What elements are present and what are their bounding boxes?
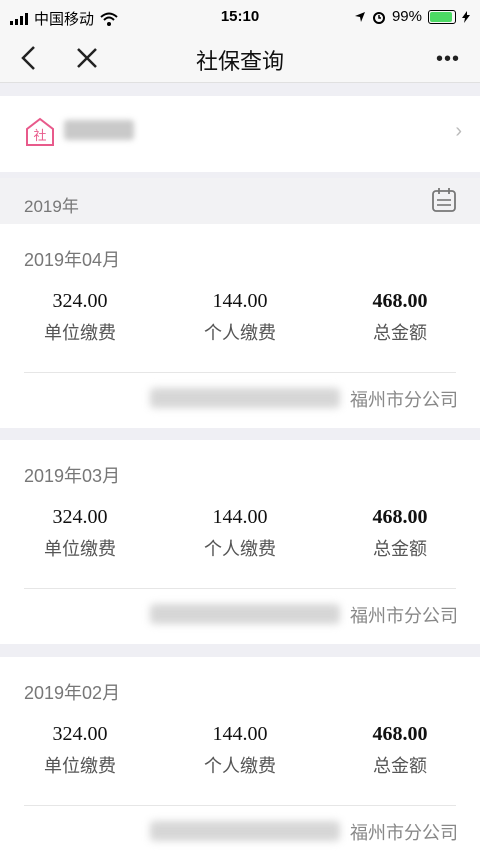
company-name-redacted <box>150 604 340 624</box>
battery-icon <box>428 9 456 24</box>
unit-amount: 324.00 <box>52 723 108 745</box>
divider <box>24 372 456 373</box>
personal-label: 个人缴费 <box>204 756 276 776</box>
unit-label: 单位缴费 <box>44 539 116 559</box>
personal-amount: 144.00 <box>212 723 268 745</box>
unit-label: 单位缴费 <box>44 323 116 343</box>
company-branch: 福州市分公司 <box>350 823 458 843</box>
user-name-redacted <box>64 120 134 140</box>
divider <box>24 805 456 806</box>
month-record-card[interactable]: 2019年02月 324.00 单位缴费 144.00 个人缴费 468.00 … <box>0 657 480 861</box>
total-amount: 468.00 <box>372 290 428 312</box>
user-card[interactable]: 社 › <box>0 96 480 172</box>
more-options-button[interactable]: ••• <box>436 48 460 71</box>
calendar-icon[interactable] <box>430 186 458 214</box>
personal-payment: 144.00 个人缴费 <box>160 723 320 778</box>
personal-payment: 144.00 个人缴费 <box>160 506 320 561</box>
month-record-card[interactable]: 2019年04月 324.00 单位缴费 144.00 个人缴费 468.00 … <box>0 224 480 428</box>
total-amount: 468.00 <box>372 506 428 528</box>
chevron-right-icon: › <box>455 120 462 142</box>
page-title: 社保查询 <box>195 49 284 74</box>
location-arrow-icon <box>354 11 365 22</box>
personal-label: 个人缴费 <box>204 539 276 559</box>
month-record-card[interactable]: 2019年03月 324.00 单位缴费 144.00 个人缴费 468.00 … <box>0 440 480 644</box>
unit-amount: 324.00 <box>52 290 108 312</box>
company-branch: 福州市分公司 <box>350 390 458 410</box>
status-right: 99% <box>354 8 470 25</box>
battery-percent: 99% <box>391 8 422 25</box>
social-security-house-icon: 社 <box>26 117 54 146</box>
personal-label: 个人缴费 <box>204 323 276 343</box>
total-payment: 468.00 总金额 <box>320 290 480 345</box>
total-label: 总金额 <box>373 323 427 343</box>
company-name-redacted <box>150 388 340 408</box>
personal-amount: 144.00 <box>212 506 268 528</box>
status-bar: 中国移动 15:10 99% <box>0 0 480 34</box>
personal-amount: 144.00 <box>212 290 268 312</box>
unit-payment: 324.00 单位缴费 <box>0 723 160 778</box>
company-branch: 福州市分公司 <box>350 606 458 626</box>
total-label: 总金额 <box>373 539 427 559</box>
unit-amount: 324.00 <box>52 506 108 528</box>
unit-label: 单位缴费 <box>44 756 116 776</box>
total-payment: 468.00 总金额 <box>320 723 480 778</box>
alarm-icon <box>372 11 385 24</box>
unit-payment: 324.00 单位缴费 <box>0 290 160 345</box>
personal-payment: 144.00 个人缴费 <box>160 290 320 345</box>
nav-bar: 社保查询 ••• <box>0 34 480 83</box>
total-label: 总金额 <box>373 756 427 776</box>
charging-icon <box>462 10 470 23</box>
total-amount: 468.00 <box>372 723 428 745</box>
svg-text:社: 社 <box>33 128 46 144</box>
month-label: 2019年03月 <box>24 466 121 486</box>
year-header: 2019年 <box>0 178 480 224</box>
divider <box>24 588 456 589</box>
year-label: 2019年 <box>24 197 79 216</box>
month-label: 2019年02月 <box>24 683 121 703</box>
month-label: 2019年04月 <box>24 250 121 270</box>
unit-payment: 324.00 单位缴费 <box>0 506 160 561</box>
total-payment: 468.00 总金额 <box>320 506 480 561</box>
company-name-redacted <box>150 821 340 841</box>
